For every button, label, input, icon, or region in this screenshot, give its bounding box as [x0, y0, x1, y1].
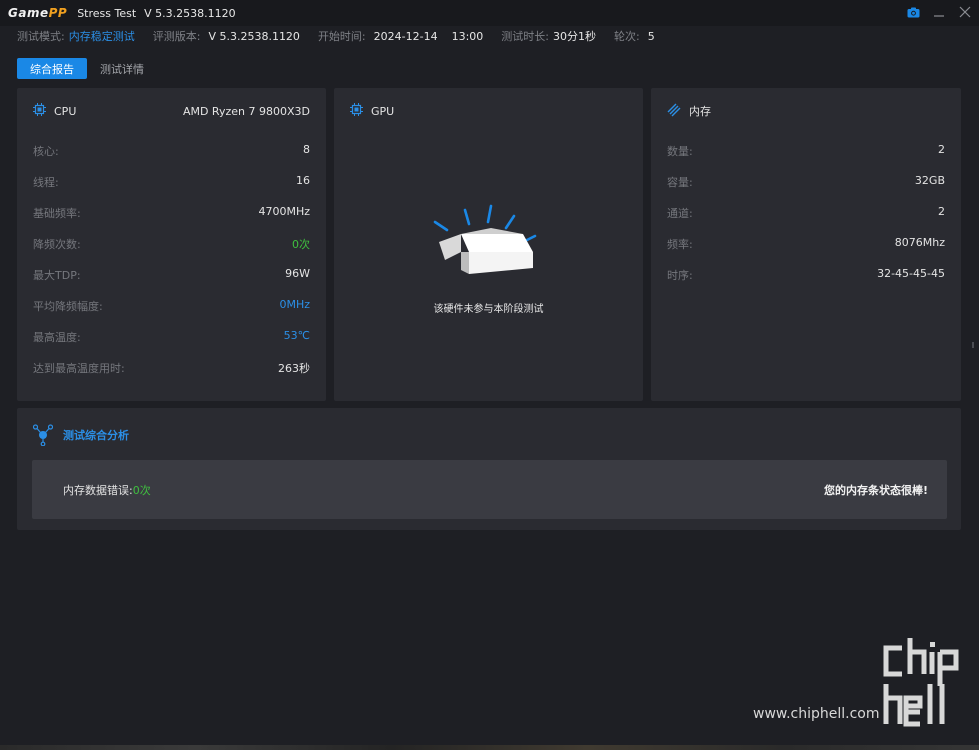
spec-key: 最高温度:: [33, 331, 81, 344]
app-name: Stress Test: [77, 6, 137, 20]
gamepp-logo: GamePP: [8, 6, 67, 20]
logo-game-text: Game: [8, 6, 49, 20]
spec-key: 容量:: [667, 176, 693, 189]
cpu-row-time-to-max-temp: 达到最高温度用时: 263秒: [33, 360, 310, 391]
camera-icon[interactable]: [905, 3, 921, 21]
memory-row-timings: 时序: 32-45-45-45: [667, 267, 945, 298]
spec-key: 核心:: [33, 145, 59, 158]
memory-error-label: 内存数据错误:: [63, 483, 133, 497]
empty-box-icon: [431, 202, 543, 277]
spec-key: 基础频率:: [33, 207, 81, 220]
memory-spec-list: 数量: 2 容量: 32GB 通道: 2 频率: 8076Mhz 时序: 32-45-45…: [667, 143, 945, 298]
eval-label: 评测版本:: [152, 30, 201, 43]
tab-summary-report[interactable]: 综合报告: [17, 58, 87, 79]
cpu-row-max-temp: 最高温度: 53℃: [33, 329, 310, 360]
spec-value: 0MHz: [279, 298, 310, 311]
spec-key: 平均降频幅度:: [33, 300, 103, 313]
cpu-chip-icon: [33, 103, 46, 119]
app-version: V 5.3.2538.1120: [144, 6, 236, 20]
spec-key: 降频次数:: [33, 238, 81, 251]
gpu-panel: GPU 该硬件未参与本阶段测试: [334, 88, 643, 401]
minimize-icon[interactable]: [931, 3, 947, 21]
spec-value: 2: [938, 143, 945, 156]
spec-value: 16: [296, 174, 310, 187]
spec-key: 时序:: [667, 269, 693, 282]
spec-key: 频率:: [667, 238, 693, 251]
analysis-title: 测试综合分析: [63, 429, 129, 442]
logo-pp-text: PP: [48, 6, 68, 20]
report-tabs: 综合报告 测试详情: [17, 58, 157, 79]
spec-key: 达到最高温度用时:: [33, 362, 125, 375]
memory-row-frequency: 频率: 8076Mhz: [667, 236, 945, 267]
test-info-row: 测试模式: 内存稳定测试 评测版本: V 5.3.2538.1120 开始时间:…: [17, 29, 673, 44]
watermark-url: www.chiphell.com: [753, 706, 880, 722]
spec-value: 53℃: [283, 329, 310, 342]
cpu-row-avg-throttle: 平均降频幅度: 0MHz: [33, 298, 310, 329]
memory-error-value: 0次: [132, 483, 151, 497]
mode-label: 测试模式:: [17, 30, 65, 43]
tab-test-details[interactable]: 测试详情: [87, 58, 157, 79]
analysis-result-box: 内存数据错误:0次 您的内存条状态很棒!: [32, 460, 947, 519]
memory-row-channels: 通道: 2: [667, 205, 945, 236]
scrollbar-thumb[interactable]: [972, 342, 974, 348]
spec-value: 8076Mhz: [894, 236, 945, 249]
spec-key: 最大TDP:: [33, 269, 81, 282]
cpu-row-max-tdp: 最大TDP: 96W: [33, 267, 310, 298]
duration-label: 测试时长:: [501, 30, 549, 43]
taskbar-strip: [0, 745, 979, 750]
memory-title: 内存: [689, 105, 711, 118]
memory-icon: [667, 103, 681, 120]
close-icon[interactable]: [957, 3, 973, 21]
gpu-not-tested-message: 该硬件未参与本阶段测试: [433, 304, 544, 315]
analysis-network-icon: [33, 424, 53, 446]
rounds-label: 轮次:: [614, 30, 640, 43]
cpu-model: AMD Ryzen 7 9800X3D: [182, 104, 310, 118]
memory-error-summary: 内存数据错误:0次: [63, 482, 151, 498]
cpu-row-cores: 核心: 8: [33, 143, 310, 174]
title-bar: GamePP Stress Test V 5.3.2538.1120: [0, 0, 979, 26]
cpu-title: CPU: [54, 104, 77, 118]
eval-value: V 5.3.2538.1120: [208, 29, 300, 43]
memory-panel: 内存 数量: 2 容量: 32GB 通道: 2 频率: 8076Mhz 时序: 32-45…: [651, 88, 961, 401]
spec-value: 96W: [285, 267, 310, 280]
cpu-spec-list: 核心: 8 线程: 16 基础频率: 4700MHz 降频次数: 0次 最大TDP: 96…: [33, 143, 310, 391]
analysis-verdict: 您的内存条状态很棒!: [823, 483, 928, 497]
analysis-panel: 测试综合分析 内存数据错误:0次 您的内存条状态很棒!: [17, 408, 961, 530]
start-value: 2024-12-14 13:00: [373, 29, 484, 43]
spec-value: 0次: [292, 238, 310, 251]
duration-value: 30分1秒: [553, 30, 596, 43]
spec-key: 线程:: [33, 176, 59, 189]
rounds-value: 5: [647, 29, 655, 43]
spec-key: 数量:: [667, 145, 693, 158]
spec-value: 32GB: [914, 174, 945, 187]
gpu-chip-icon: [350, 103, 363, 119]
memory-row-count: 数量: 2: [667, 143, 945, 174]
spec-value: 8: [303, 143, 310, 156]
chiphell-watermark-logo: [880, 636, 965, 731]
gpu-title: GPU: [371, 104, 395, 118]
cpu-panel: CPU AMD Ryzen 7 9800X3D 核心: 8 线程: 16 基础频率:…: [17, 88, 326, 401]
mode-value: 内存稳定测试: [68, 30, 135, 43]
cpu-row-base-clock: 基础频率: 4700MHz: [33, 205, 310, 236]
cpu-row-throttle-count: 降频次数: 0次: [33, 236, 310, 267]
start-label: 开始时间:: [317, 30, 366, 43]
cpu-row-threads: 线程: 16: [33, 174, 310, 205]
spec-value: 32-45-45-45: [877, 267, 945, 280]
spec-value: 2: [938, 205, 945, 218]
memory-row-capacity: 容量: 32GB: [667, 174, 945, 205]
spec-key: 通道:: [667, 207, 693, 220]
spec-value: 263秒: [278, 362, 310, 375]
spec-value: 4700MHz: [258, 205, 310, 218]
